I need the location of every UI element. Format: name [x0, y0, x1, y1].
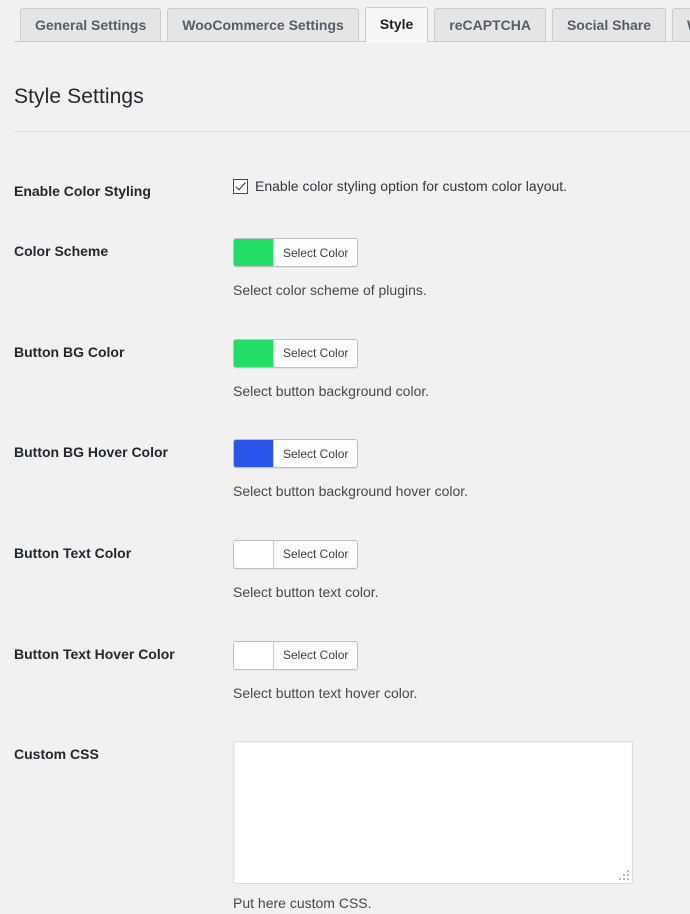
row-button-bg-color: Button BG Color Select Color Select butt…: [0, 301, 690, 402]
label-button-bg-hover-color: Button BG Hover Color: [0, 401, 233, 461]
field-button-text-color: Select Color Select button text color.: [233, 502, 690, 603]
row-button-bg-hover-color: Button BG Hover Color Select Color Selec…: [0, 401, 690, 502]
desc-custom-css: Put here custom CSS.: [233, 894, 690, 914]
desc-button-bg-color: Select button background color.: [233, 382, 690, 402]
button-text-color-swatch[interactable]: [234, 541, 274, 568]
color-scheme-picker-label: Select Color: [274, 239, 357, 266]
button-bg-hover-color-picker-label: Select Color: [274, 440, 357, 467]
desc-button-text-hover-color: Select button text hover color.: [233, 684, 690, 704]
tab-social-share[interactable]: Social Share: [552, 8, 666, 42]
enable-color-styling-checkbox-line[interactable]: Enable color styling option for custom c…: [233, 178, 690, 194]
button-bg-hover-color-picker[interactable]: Select Color: [233, 439, 358, 468]
label-custom-css: Custom CSS: [0, 703, 233, 763]
field-custom-css: Put here custom CSS.: [233, 703, 690, 914]
label-button-text-color: Button Text Color: [0, 502, 233, 562]
row-enable-color-styling: Enable Color Styling Enable color stylin…: [0, 140, 690, 200]
field-color-scheme: Select Color Select color scheme of plug…: [233, 200, 690, 301]
tab-wallet[interactable]: Wallet: [672, 8, 690, 42]
title-divider: [14, 131, 690, 132]
label-button-bg-color: Button BG Color: [0, 301, 233, 361]
row-button-text-color: Button Text Color Select Color Select bu…: [0, 502, 690, 603]
enable-color-styling-checkbox[interactable]: [233, 179, 248, 194]
tab-woocommerce-settings[interactable]: WooCommerce Settings: [167, 8, 359, 42]
desc-button-bg-hover-color: Select button background hover color.: [233, 482, 690, 502]
tab-style[interactable]: Style: [365, 7, 428, 42]
tab-recaptcha[interactable]: reCAPTCHA: [434, 8, 546, 42]
button-bg-color-picker-label: Select Color: [274, 340, 357, 367]
enable-color-styling-checkbox-label: Enable color styling option for custom c…: [255, 178, 567, 194]
button-text-hover-color-picker-label: Select Color: [274, 642, 357, 669]
settings-tab-bar: General Settings WooCommerce Settings St…: [0, 0, 690, 42]
color-scheme-picker[interactable]: Select Color: [233, 238, 358, 267]
field-enable-color-styling: Enable color styling option for custom c…: [233, 140, 690, 194]
field-button-bg-color: Select Color Select button background co…: [233, 301, 690, 402]
field-button-bg-hover-color: Select Color Select button background ho…: [233, 401, 690, 502]
custom-css-textarea[interactable]: [233, 741, 633, 884]
button-bg-hover-color-swatch[interactable]: [234, 440, 274, 467]
tab-bar-divider: [14, 41, 690, 42]
color-scheme-swatch[interactable]: [234, 239, 274, 266]
resize-handle-icon[interactable]: [618, 869, 629, 880]
style-settings-form: Enable Color Styling Enable color stylin…: [0, 140, 690, 914]
button-bg-color-swatch[interactable]: [234, 340, 274, 367]
tab-list: General Settings WooCommerce Settings St…: [20, 8, 690, 42]
button-text-color-picker-label: Select Color: [274, 541, 357, 568]
field-button-text-hover-color: Select Color Select button text hover co…: [233, 603, 690, 704]
label-button-text-hover-color: Button Text Hover Color: [0, 603, 233, 663]
desc-button-text-color: Select button text color.: [233, 583, 690, 603]
row-color-scheme: Color Scheme Select Color Select color s…: [0, 200, 690, 301]
label-color-scheme: Color Scheme: [0, 200, 233, 260]
page-title: Style Settings: [14, 85, 144, 109]
row-button-text-hover-color: Button Text Hover Color Select Color Sel…: [0, 603, 690, 704]
desc-color-scheme: Select color scheme of plugins.: [233, 281, 690, 301]
button-bg-color-picker[interactable]: Select Color: [233, 339, 358, 368]
button-text-hover-color-picker[interactable]: Select Color: [233, 641, 358, 670]
button-text-color-picker[interactable]: Select Color: [233, 540, 358, 569]
row-custom-css: Custom CSS Put here custom CSS.: [0, 703, 690, 914]
tab-general-settings[interactable]: General Settings: [20, 8, 161, 42]
label-enable-color-styling: Enable Color Styling: [0, 140, 233, 200]
button-text-hover-color-swatch[interactable]: [234, 642, 274, 669]
